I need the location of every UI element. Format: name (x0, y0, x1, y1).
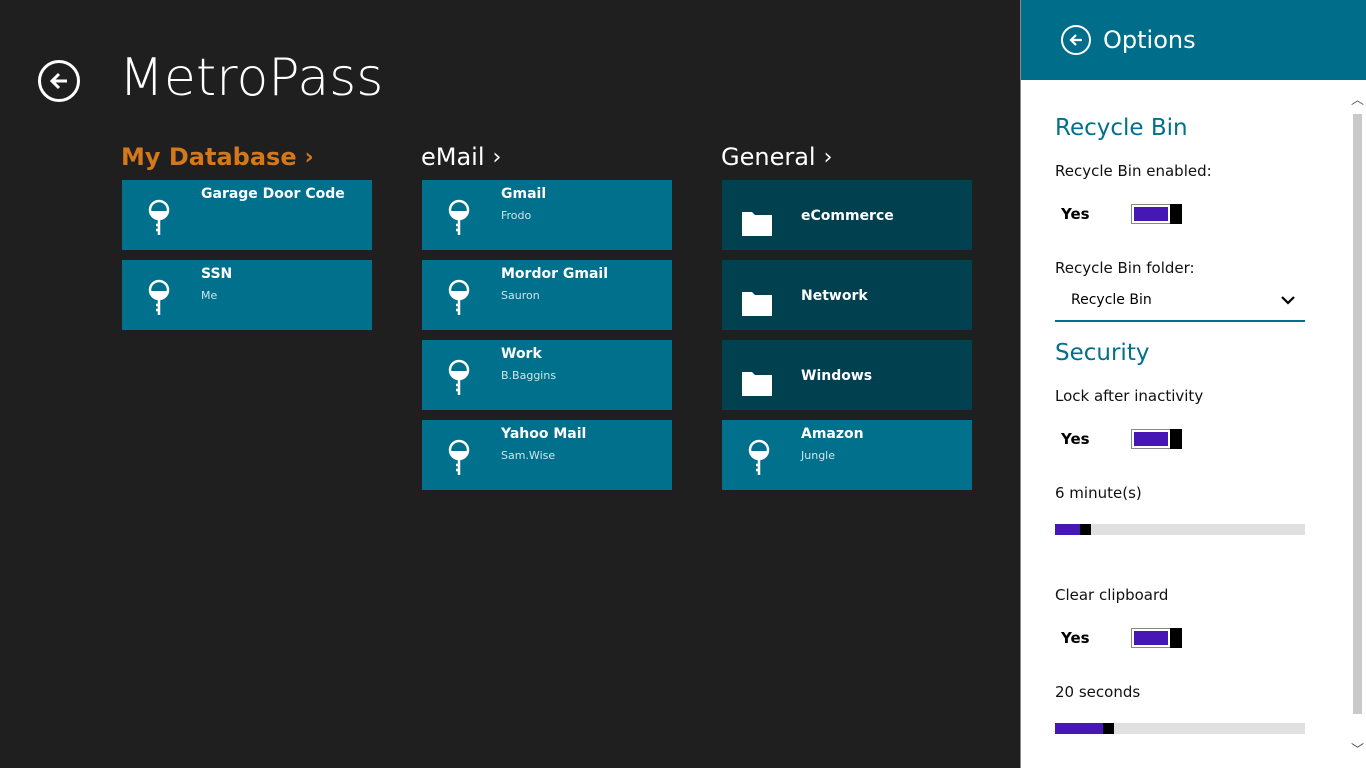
key-icon (448, 439, 470, 475)
section-title-security: Security (1055, 340, 1150, 366)
tile-ecommerce[interactable]: eCommerce (722, 180, 972, 250)
scrollbar-thumb[interactable] (1353, 114, 1362, 714)
tile-title: Network (801, 288, 868, 304)
tile-subtitle: Sauron (501, 289, 540, 302)
back-arrow-icon (1069, 34, 1082, 46)
slider-thumb[interactable] (1103, 723, 1114, 734)
group-header-label: eMail (421, 143, 485, 171)
clipboard-seconds-slider[interactable] (1055, 723, 1305, 734)
tile-mordor-gmail[interactable]: Mordor Gmail Sauron (422, 260, 672, 330)
section-title-recycle-bin: Recycle Bin (1055, 115, 1188, 141)
folder-icon (742, 212, 772, 236)
chevron-down-icon (1281, 296, 1295, 305)
group-general: General › eCommerce Network Windows Amaz… (721, 140, 972, 500)
group-header-email[interactable]: eMail › (421, 140, 672, 174)
recycle-bin-folder-select[interactable]: Recycle Bin (1055, 280, 1305, 322)
tile-windows[interactable]: Windows (722, 340, 972, 410)
tile-garage-door-code[interactable]: Garage Door Code (122, 180, 372, 250)
tile-subtitle: B.Baggins (501, 369, 557, 382)
chevron-right-icon: › (304, 144, 314, 170)
tile-title: Windows (801, 368, 873, 384)
folder-icon (742, 292, 772, 316)
recycle-bin-toggle-row: Yes (1055, 204, 1182, 224)
folder-icon (742, 372, 772, 396)
toggle-state-label: Yes (1061, 205, 1090, 223)
lock-after-inactivity-label: Lock after inactivity (1055, 387, 1204, 405)
tile-subtitle: Sam.Wise (501, 449, 556, 462)
tile-ssn[interactable]: SSN Me (122, 260, 372, 330)
options-back-button[interactable] (1061, 25, 1091, 55)
group-email: eMail › Gmail Frodo Mordor Gmail Sauron (421, 140, 672, 500)
clear-clipboard-label: Clear clipboard (1055, 586, 1169, 604)
tile-title: eCommerce (801, 208, 894, 224)
lock-after-inactivity-toggle[interactable] (1131, 429, 1182, 449)
options-title: Options (1103, 26, 1196, 54)
group-header-general[interactable]: General › (721, 140, 972, 174)
scroll-up-icon[interactable]: ︿ (1351, 94, 1364, 108)
back-arrow-icon (49, 72, 67, 90)
app-title: MetroPass (119, 48, 384, 108)
chevron-right-icon: › (492, 144, 502, 170)
lock-minutes-label: 6 minute(s) (1055, 484, 1142, 502)
tile-subtitle: Me (201, 289, 218, 302)
recycle-bin-folder-label: Recycle Bin folder: (1055, 259, 1195, 277)
recycle-bin-enabled-toggle[interactable] (1131, 204, 1182, 224)
options-pane: Options Recycle Bin Recycle Bin enabled:… (1020, 0, 1366, 768)
key-icon (448, 359, 470, 395)
select-value: Recycle Bin (1071, 292, 1152, 308)
options-scrollbar[interactable]: ︿ ﹀ (1349, 80, 1366, 768)
group-my-database: My Database › Garage Door Code SSN Me (121, 140, 372, 340)
scroll-down-icon[interactable]: ﹀ (1351, 744, 1364, 758)
clipboard-seconds-label: 20 seconds (1055, 683, 1141, 701)
tile-gmail[interactable]: Gmail Frodo (422, 180, 672, 250)
key-icon (148, 199, 170, 235)
clear-clipboard-toggle[interactable] (1131, 628, 1182, 648)
slider-fill (1055, 723, 1103, 734)
tile-title: Mordor Gmail (501, 266, 608, 282)
slider-fill (1055, 524, 1080, 535)
group-header-label: General (721, 143, 816, 171)
key-icon (448, 279, 470, 315)
key-icon (448, 199, 470, 235)
tile-subtitle: Frodo (501, 209, 532, 222)
lock-toggle-row: Yes (1055, 429, 1182, 449)
lock-minutes-slider[interactable] (1055, 524, 1305, 535)
slider-thumb[interactable] (1080, 524, 1091, 535)
key-icon (748, 439, 770, 475)
tile-amazon[interactable]: Amazon Jungle (722, 420, 972, 490)
chevron-right-icon: › (823, 144, 833, 170)
tile-title: Work (501, 346, 542, 362)
tile-title: Garage Door Code (201, 186, 345, 202)
tile-network[interactable]: Network (722, 260, 972, 330)
key-icon (148, 279, 170, 315)
tile-yahoo-mail[interactable]: Yahoo Mail Sam.Wise (422, 420, 672, 490)
tile-title: Gmail (501, 186, 547, 202)
tile-title: Amazon (801, 426, 864, 442)
group-header-my-database[interactable]: My Database › (121, 140, 372, 174)
tile-work[interactable]: Work B.Baggins (422, 340, 672, 410)
tile-subtitle: Jungle (801, 449, 835, 462)
options-header: Options (1021, 0, 1366, 80)
group-header-label: My Database (121, 143, 297, 171)
tile-title: Yahoo Mail (501, 426, 587, 442)
toggle-state-label: Yes (1061, 430, 1090, 448)
toggle-state-label: Yes (1061, 629, 1090, 647)
recycle-bin-enabled-label: Recycle Bin enabled: (1055, 162, 1212, 180)
tile-title: SSN (201, 266, 233, 282)
clipboard-toggle-row: Yes (1055, 628, 1182, 648)
back-button[interactable] (38, 60, 80, 102)
